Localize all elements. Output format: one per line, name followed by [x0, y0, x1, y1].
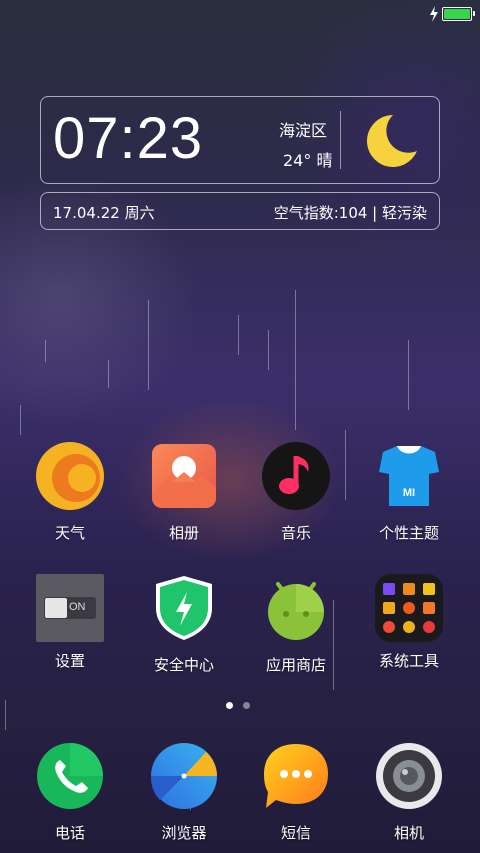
page-dot[interactable]	[243, 702, 250, 709]
app-music[interactable]: 音乐	[246, 442, 346, 543]
air-quality-label: 空气指数:104 | 轻污染	[273, 204, 427, 222]
app-label: 浏览器	[161, 824, 207, 842]
app-themes[interactable]: MI 个性主题	[359, 442, 459, 543]
app-label: 应用商店	[265, 656, 326, 674]
app-label: 相册	[168, 524, 199, 542]
camera-icon	[376, 743, 442, 809]
system-tools-folder-icon	[375, 574, 443, 642]
app-label: 相机	[393, 824, 424, 842]
temperature-label: 24° 晴	[283, 151, 333, 170]
app-label: 短信	[280, 824, 311, 842]
app-system-tools-folder[interactable]: 系统工具	[359, 574, 459, 671]
app-label: 电话	[54, 824, 85, 842]
app-label: 设置	[54, 652, 85, 670]
dock-browser[interactable]: 浏览器	[134, 742, 234, 843]
gallery-icon	[152, 444, 216, 508]
app-gallery[interactable]: 相册	[134, 442, 234, 543]
location-label: 海淀区	[279, 121, 328, 140]
dock-phone[interactable]: 电话	[20, 742, 120, 843]
clock-time: 07:23	[53, 106, 204, 171]
app-label: 安全中心	[153, 656, 214, 674]
battery-fill	[444, 9, 470, 19]
dock-messages[interactable]: 短信	[246, 742, 346, 843]
app-label: 音乐	[280, 524, 311, 542]
phone-icon	[37, 743, 103, 809]
app-store[interactable]: 应用商店	[246, 574, 346, 675]
status-bar	[429, 4, 475, 24]
app-label: 系统工具	[378, 652, 439, 670]
divider	[340, 111, 341, 169]
themes-icon: MI	[379, 446, 439, 506]
date-air-widget[interactable]: 17.04.22 周六 空气指数:104 | 轻污染	[40, 192, 440, 230]
music-icon	[262, 442, 330, 510]
dock-camera[interactable]: 相机	[359, 742, 459, 843]
app-label: 天气	[54, 524, 85, 542]
moon-icon	[367, 115, 417, 167]
battery-icon	[442, 7, 475, 21]
page-indicator[interactable]	[226, 702, 250, 709]
app-label: 个性主题	[378, 524, 439, 542]
app-security[interactable]: 安全中心	[134, 574, 234, 675]
app-settings[interactable]: ON 设置	[20, 574, 120, 671]
app-weather[interactable]: 天气	[20, 442, 120, 543]
security-icon	[156, 576, 212, 640]
svg-text:MI: MI	[403, 487, 415, 499]
settings-icon: ON	[36, 574, 104, 642]
browser-icon	[150, 743, 217, 809]
date-label: 17.04.22 周六	[53, 204, 155, 222]
weather-icon	[36, 442, 104, 510]
page-dot-active[interactable]	[226, 702, 233, 709]
toggle-on-label: ON	[69, 601, 86, 613]
bolt-icon	[430, 6, 438, 22]
clock-weather-widget[interactable]: 07:23 海淀区 24° 晴	[40, 96, 440, 184]
app-store-icon	[268, 582, 324, 640]
messages-icon	[264, 744, 328, 808]
